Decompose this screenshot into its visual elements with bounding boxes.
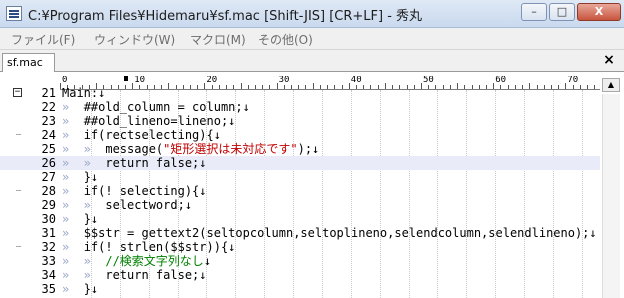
ruler-label: 10 [134, 76, 146, 85]
ruler-cursor-marker [124, 76, 128, 81]
code-line[interactable]: 27 » }↓ [0, 170, 600, 184]
menu-file[interactable]: ファイル(F) [11, 31, 75, 48]
hidemaru-app-icon [6, 6, 22, 21]
ruler-scroll-up-icon[interactable]: ▲ [602, 78, 620, 92]
tab-close-icon[interactable]: × [600, 53, 618, 69]
code-text[interactable]: » » message("矩形選択は未対応です");↓ [62, 142, 319, 156]
code-line[interactable]: 30 » }↓ [0, 212, 600, 226]
ruler-label: 50 [423, 76, 434, 85]
code-line[interactable]: 25 » » message("矩形選択は未対応です");↓ [0, 142, 600, 156]
code-line[interactable]: 23 » ##old_lineno=lineno;↓ [0, 114, 600, 128]
code-text[interactable]: » }↓ [62, 170, 98, 184]
line-number: 26 [41, 156, 56, 170]
line-number: 24 [41, 128, 56, 142]
line-number: 28 [41, 184, 56, 198]
code-line[interactable]: 31 » $$str = gettext2(seltopcolumn,seltop… [0, 226, 600, 240]
fold-collapse-icon[interactable]: − [13, 88, 22, 97]
fold-marker-icon[interactable] [16, 190, 21, 191]
ruler-label: 0 [62, 76, 68, 85]
code-text[interactable]: » » //検索文字列なし↓ [62, 254, 211, 268]
line-number: 33 [41, 254, 56, 268]
code-line[interactable]: − 21 Main:↓ [0, 86, 600, 100]
code-text[interactable]: » $$str = gettext2(seltopcolumn,seltopli… [62, 226, 597, 240]
vertical-scrollbar[interactable] [602, 94, 620, 298]
line-number: 31 [41, 226, 56, 240]
maximize-button[interactable]: □ [549, 3, 575, 21]
code-line[interactable]: 34 » » return false;↓ [0, 268, 600, 282]
code-text[interactable]: » » return false;↓ [62, 268, 207, 282]
window-title: C:¥Program Files¥Hidemaru¥sf.mac [Shift-… [28, 9, 423, 24]
code-text[interactable]: » if(! selecting){↓ [62, 184, 207, 198]
menu-other[interactable]: その他(O) [258, 31, 313, 48]
ruler-label: 40 [350, 76, 362, 85]
code-line[interactable]: 28 » if(! selecting){↓ [0, 184, 600, 198]
code-line[interactable]: 26 » » return false;↓ [0, 156, 600, 170]
editor-area[interactable]: 0 10 20 30 40 50 60 70 − 21 Main:↓ 22 » ##old_colum… [0, 72, 624, 298]
code-text[interactable]: » ##old_column = column;↓ [62, 100, 250, 114]
tab-bar: sf.mac × [0, 50, 624, 72]
ruler-label: 30 [278, 76, 290, 85]
code-line[interactable]: 32 » if(! strlen($$str)){↓ [0, 240, 600, 254]
close-window-button[interactable]: X [577, 3, 621, 21]
line-number: 29 [41, 198, 56, 212]
ruler-label: 70 [567, 76, 579, 85]
code-text[interactable]: » if(! strlen($$str)){↓ [62, 240, 235, 254]
code-line[interactable]: 35 » }↓ [0, 282, 600, 296]
menu-bar: ファイル(F) ウィンドウ(W) マクロ(M) その他(O) [0, 28, 624, 50]
code-text[interactable]: » ##old_lineno=lineno;↓ [62, 114, 235, 128]
menu-window[interactable]: ウィンドウ(W) [94, 31, 175, 48]
ruler-label: 20 [206, 76, 218, 85]
code-line[interactable]: 29 » » selectword;↓ [0, 198, 600, 212]
line-number: 30 [41, 212, 56, 226]
tab-sf-mac[interactable]: sf.mac [2, 53, 55, 72]
code-text[interactable]: » }↓ [62, 212, 98, 226]
line-number: 35 [41, 282, 56, 296]
minimize-button[interactable]: – [521, 3, 547, 21]
code-line[interactable]: 22 » ##old_column = column;↓ [0, 100, 600, 114]
title-bar: C:¥Program Files¥Hidemaru¥sf.mac [Shift-… [0, 0, 624, 28]
line-number: 32 [41, 240, 56, 254]
line-number: 27 [41, 170, 56, 184]
code-text[interactable]: » if(rectselecting){↓ [62, 128, 221, 142]
line-number: 21 [41, 86, 56, 100]
fold-marker-icon[interactable] [16, 134, 21, 135]
line-number: 25 [41, 142, 56, 156]
line-number: 34 [41, 268, 56, 282]
code-text[interactable]: Main:↓ [62, 86, 105, 100]
ruler-label: 60 [495, 76, 507, 85]
fold-marker-icon[interactable] [16, 246, 21, 247]
code-line[interactable]: 24 » if(rectselecting){↓ [0, 128, 600, 142]
line-number: 23 [41, 114, 56, 128]
code-line[interactable]: 33 » » //検索文字列なし↓ [0, 254, 600, 268]
menu-macro[interactable]: マクロ(M) [190, 31, 246, 48]
line-number: 22 [41, 100, 56, 114]
code-text[interactable]: » » selectword;↓ [62, 198, 192, 212]
code-text[interactable]: » » return false;↓ [62, 156, 207, 170]
code-text[interactable]: » }↓ [62, 282, 98, 296]
